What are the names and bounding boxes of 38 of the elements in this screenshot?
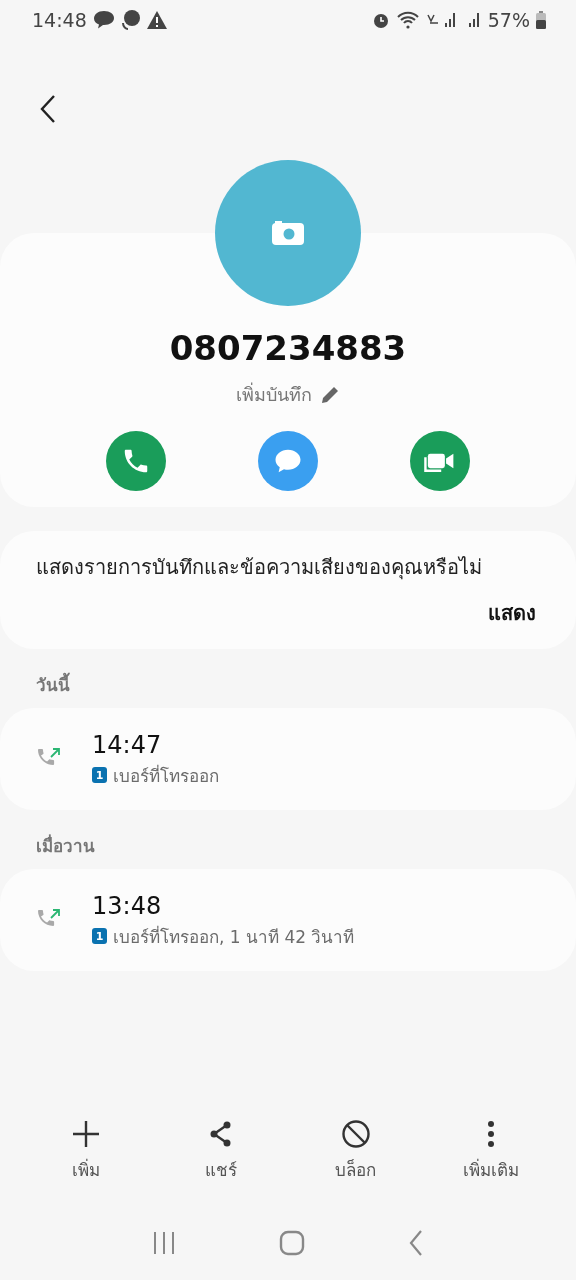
phone-number: 0807234883 xyxy=(169,328,407,368)
show-button[interactable]: แสดง xyxy=(488,597,536,629)
sim-badge: 1 xyxy=(92,767,107,783)
camera-icon xyxy=(272,221,304,245)
clock-time: 14:48 xyxy=(32,9,87,31)
sim-badge: 1 xyxy=(92,928,107,944)
message-icon xyxy=(120,9,141,31)
wifi-icon xyxy=(395,11,420,29)
warning-icon xyxy=(146,11,167,29)
call-detail: เบอร์ที่โทรออก xyxy=(113,763,219,788)
signal-icon xyxy=(425,11,482,29)
more-icon xyxy=(486,1120,495,1148)
alarm-icon xyxy=(371,11,390,29)
call-time: 13:48 xyxy=(92,890,163,921)
block-icon xyxy=(340,1119,371,1149)
battery-level: 57% xyxy=(487,9,530,31)
add-note-button[interactable]: เพิ่มบันทึก xyxy=(236,380,340,409)
nav-back-button[interactable] xyxy=(408,1229,425,1257)
share-button[interactable]: แชร์ xyxy=(170,1117,271,1184)
video-call-button[interactable] xyxy=(410,431,470,491)
notice-text: แสดงรายการบันทึกและข้อความเสียงของคุณหรือไม่ xyxy=(36,554,483,582)
call-time: 14:47 xyxy=(92,729,163,760)
call-log-card[interactable]: 14:47 1 เบอร์ที่โทรออก xyxy=(0,708,576,810)
more-button[interactable]: เพิ่มเติม xyxy=(440,1117,541,1184)
message-button[interactable] xyxy=(258,431,318,491)
call-detail: เบอร์ที่โทรออก, 1 นาที 42 วินาที xyxy=(113,924,355,949)
add-button[interactable]: เพิ่ม xyxy=(35,1117,136,1184)
section-heading: วันนี้ xyxy=(36,671,576,698)
pencil-icon xyxy=(320,384,340,405)
recent-apps-button[interactable] xyxy=(151,1231,176,1255)
section-heading: เมื่อวาน xyxy=(36,833,96,858)
call-log-card[interactable]: 13:48 1 เบอร์ที่โทรออก, 1 นาที 42 วินาที xyxy=(0,869,576,971)
plus-icon xyxy=(70,1119,101,1149)
call-button[interactable] xyxy=(106,431,166,491)
chat-bubble-icon xyxy=(92,10,115,30)
home-button[interactable] xyxy=(279,1230,305,1256)
block-button[interactable]: บล็อก xyxy=(305,1117,406,1184)
battery-icon xyxy=(536,11,546,29)
